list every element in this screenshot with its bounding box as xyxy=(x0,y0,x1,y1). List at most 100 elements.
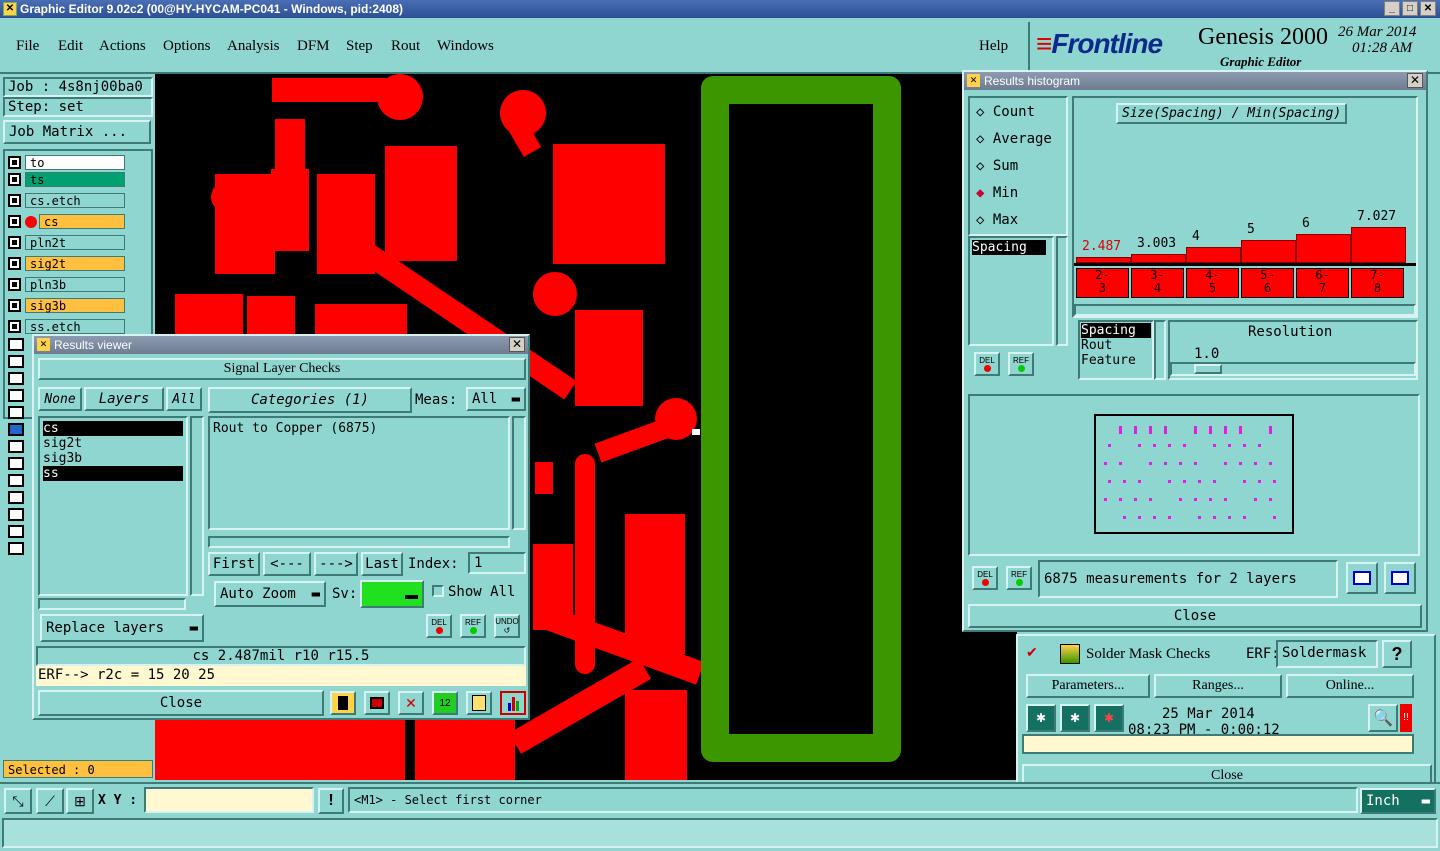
list-item[interactable]: Rout xyxy=(1081,338,1151,353)
layer-toggle[interactable] xyxy=(8,173,21,186)
thumb-del-button[interactable]: DEL xyxy=(972,566,998,590)
undo-button[interactable]: UNDO ↺ xyxy=(494,614,520,638)
layer-row-ts[interactable]: ts xyxy=(8,171,125,188)
radio-max[interactable]: ◇ Max xyxy=(976,212,1018,228)
layer-row-sig3b[interactable]: sig3b xyxy=(8,297,125,314)
list-item[interactable]: Rout to Copper (6875) xyxy=(213,421,505,436)
layer-toggle[interactable] xyxy=(8,278,21,291)
radio-count[interactable]: ◇ Count xyxy=(976,104,1035,120)
help-button[interactable]: ? xyxy=(1382,640,1412,668)
list-item[interactable]: ss xyxy=(43,466,183,481)
zoom-box-icon[interactable]: ⤡ xyxy=(4,788,32,814)
histogram-close-button[interactable]: Close xyxy=(968,604,1422,628)
histogram-hscrollbar[interactable] xyxy=(1074,304,1416,316)
layers-button[interactable]: Layers xyxy=(84,387,164,411)
layer-list[interactable]: cs sig2t sig3b ss xyxy=(38,416,188,596)
layer-row-cs-etch[interactable]: cs.etch xyxy=(8,192,125,209)
run-all-icon[interactable]: ✱ xyxy=(1060,704,1090,732)
grid-icon[interactable]: ⊞ xyxy=(66,788,94,814)
histogram-ref-button[interactable]: REF xyxy=(1008,352,1034,376)
bin-label[interactable]: 5- 6 xyxy=(1241,268,1294,298)
all-button[interactable]: All xyxy=(166,387,202,411)
histogram-bar[interactable] xyxy=(1186,247,1241,263)
menu-rout[interactable]: Rout xyxy=(391,38,420,55)
category-list-hscrollbar[interactable] xyxy=(208,536,510,548)
thumb-ref-button[interactable]: REF xyxy=(1006,566,1032,590)
menu-help[interactable]: Help xyxy=(979,38,1008,55)
list-item[interactable]: Feature xyxy=(1081,353,1151,368)
ref-cross-icon[interactable]: ✕ xyxy=(398,691,424,715)
run-icon[interactable]: ✱ xyxy=(1026,704,1056,732)
layer-toggle[interactable] xyxy=(8,194,21,207)
menu-step[interactable]: Step xyxy=(346,38,373,55)
layer-list-hscrollbar[interactable] xyxy=(38,598,186,610)
zoom-icon[interactable]: 🔍 xyxy=(1368,704,1398,732)
ref-button[interactable]: REF xyxy=(460,614,486,638)
units-dropdown[interactable]: Inch ▬ xyxy=(1360,788,1436,814)
layer-name[interactable]: cs xyxy=(39,214,125,229)
minimize-button[interactable]: _ xyxy=(1384,1,1400,16)
histogram-bar[interactable] xyxy=(1351,227,1406,263)
layer-toggle[interactable] xyxy=(8,299,21,312)
layer-toggle[interactable] xyxy=(8,257,21,270)
radio-min[interactable]: ◆ Min xyxy=(976,185,1018,201)
menu-dfm[interactable]: DFM xyxy=(297,38,330,55)
layer-color-icon[interactable] xyxy=(330,691,356,715)
ranges-button[interactable]: Ranges... xyxy=(1154,674,1282,698)
menu-windows[interactable]: Windows xyxy=(437,38,494,55)
last-button[interactable]: Last xyxy=(361,552,403,576)
thumbnail-preview[interactable] xyxy=(1094,414,1294,534)
results-viewer-close-button[interactable]: Close xyxy=(38,690,324,716)
bin-label[interactable]: 3- 4 xyxy=(1131,268,1184,298)
job-matrix-button[interactable]: Job Matrix ... xyxy=(3,120,151,144)
none-button[interactable]: None xyxy=(38,387,82,411)
first-button[interactable]: First xyxy=(208,552,260,576)
category-list-scrollbar[interactable] xyxy=(512,416,526,530)
bin-list-scrollbar[interactable] xyxy=(1154,320,1166,380)
menu-actions[interactable]: Actions xyxy=(99,38,146,55)
online-button[interactable]: Online... xyxy=(1286,674,1414,698)
histogram-bar[interactable] xyxy=(1131,253,1186,263)
close-icon[interactable]: ✕ xyxy=(509,337,525,352)
layer-toggle[interactable] xyxy=(8,236,21,249)
layer-row-sig2t[interactable]: sig2t xyxy=(8,255,125,272)
show-all-checkbox[interactable] xyxy=(432,585,444,597)
info-icon[interactable]: ! xyxy=(318,788,344,814)
del-button[interactable]: DEL xyxy=(426,614,452,638)
close-window-button[interactable]: ✕ xyxy=(1420,1,1436,16)
zoom-fit-icon[interactable] xyxy=(1346,562,1378,594)
layer-row-to[interactable]: to xyxy=(8,154,125,171)
erf-field[interactable]: Soldermask xyxy=(1276,640,1378,668)
resolution-slider[interactable] xyxy=(1170,362,1416,376)
index-input[interactable]: 1 xyxy=(468,552,526,574)
close-icon[interactable]: ✕ xyxy=(1407,73,1423,88)
list-item[interactable]: sig3b xyxy=(43,451,183,466)
menu-edit[interactable]: Edit xyxy=(58,38,83,55)
zoom-area-icon[interactable] xyxy=(1384,562,1416,594)
list-item[interactable]: Spacing xyxy=(1081,323,1151,338)
histogram-icon[interactable] xyxy=(500,691,526,715)
sv-color-dropdown[interactable]: ▬ xyxy=(360,580,424,608)
category-list[interactable]: Rout to Copper (6875) xyxy=(208,416,510,530)
layer-name[interactable]: cs.etch xyxy=(25,193,125,208)
radio-average[interactable]: ◇ Average xyxy=(976,131,1052,147)
layer-name[interactable]: pln2t xyxy=(25,235,125,250)
prev-button[interactable]: <--- xyxy=(263,552,311,576)
bin-label[interactable]: 4- 5 xyxy=(1186,268,1239,298)
layer-row-pln2t[interactable]: pln2t xyxy=(8,234,125,251)
layer-row-cs[interactable]: cs xyxy=(8,213,125,230)
layer-list-scrollbar[interactable] xyxy=(190,416,204,596)
menu-analysis[interactable]: Analysis xyxy=(227,38,280,55)
bin-label[interactable]: 6- 7 xyxy=(1296,268,1349,298)
layer-toggle[interactable] xyxy=(8,156,21,169)
layer-row-pln3b[interactable]: pln3b xyxy=(8,276,125,293)
histogram-bar[interactable] xyxy=(1241,240,1296,263)
layer-name[interactable]: to xyxy=(25,155,125,170)
layer-name[interactable]: sig3b xyxy=(25,298,125,313)
layer-name[interactable]: ss.etch xyxy=(25,319,125,334)
layer-row-ss-etch[interactable]: ss.etch xyxy=(8,318,125,335)
histogram-list[interactable]: Spacing xyxy=(968,236,1054,346)
stop-icon[interactable] xyxy=(364,691,390,715)
step-icon[interactable]: 12 xyxy=(432,691,458,715)
categories-button[interactable]: Categories (1) xyxy=(208,387,412,413)
